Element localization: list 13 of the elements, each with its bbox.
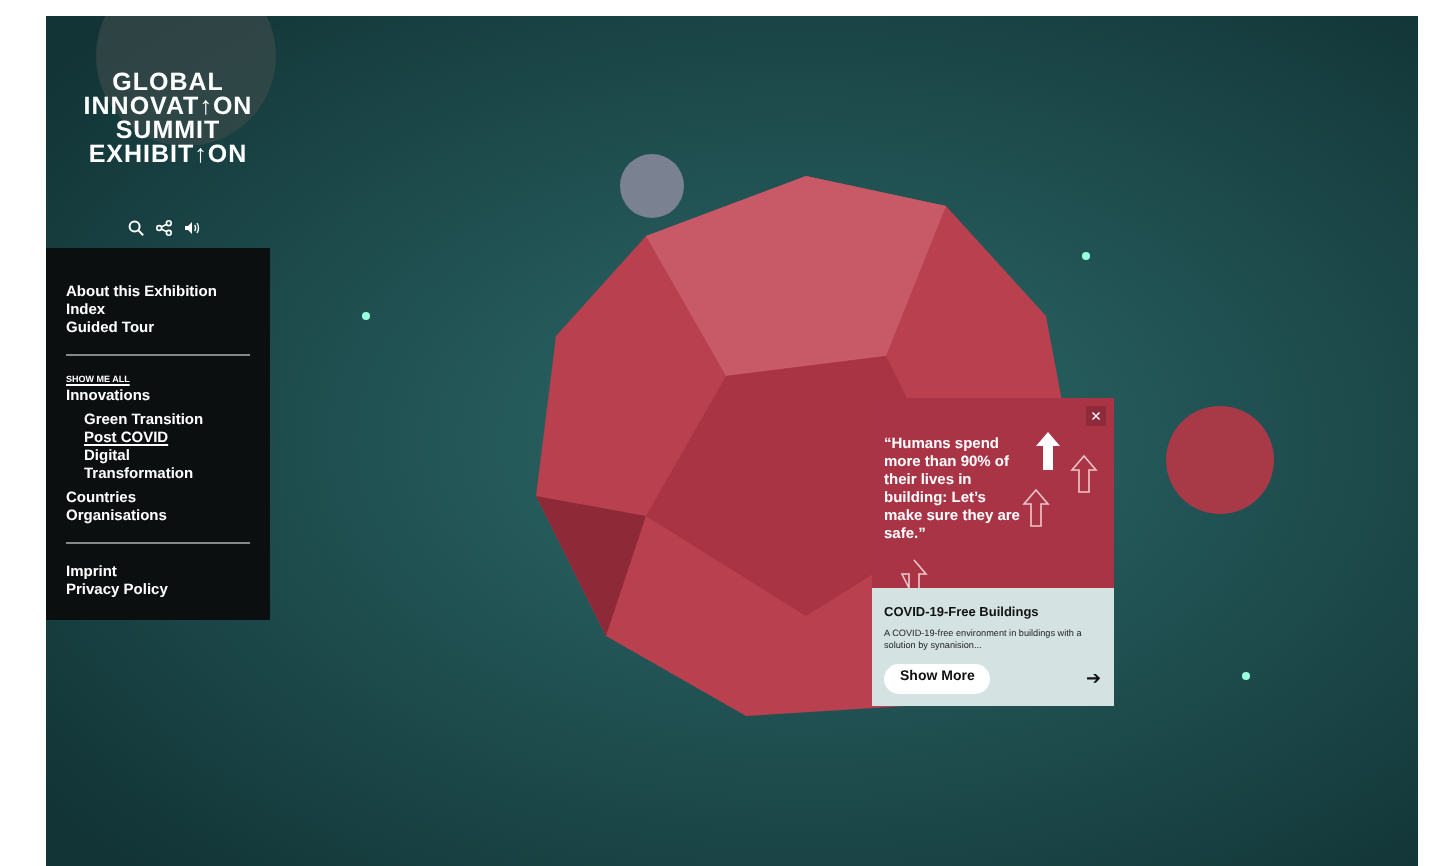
speaker-icon[interactable] bbox=[184, 220, 200, 236]
search-icon[interactable] bbox=[128, 220, 144, 236]
arrow-icon bbox=[1036, 432, 1060, 470]
outline-arrow-icon bbox=[1070, 454, 1098, 494]
logo-text: EXHIBIT↑ON bbox=[88, 142, 248, 166]
arrow-link[interactable]: ➔ bbox=[1086, 670, 1102, 688]
logo-text: SUMMIT bbox=[115, 118, 221, 142]
close-button[interactable]: × bbox=[1086, 406, 1106, 426]
share-icon[interactable] bbox=[156, 220, 172, 236]
logo-text: GLOBAL bbox=[112, 70, 224, 94]
outline-arrow-icon bbox=[1022, 488, 1050, 528]
outline-arrow-icon bbox=[900, 558, 928, 588]
logo-text: INNOVAT↑ON bbox=[83, 94, 253, 118]
